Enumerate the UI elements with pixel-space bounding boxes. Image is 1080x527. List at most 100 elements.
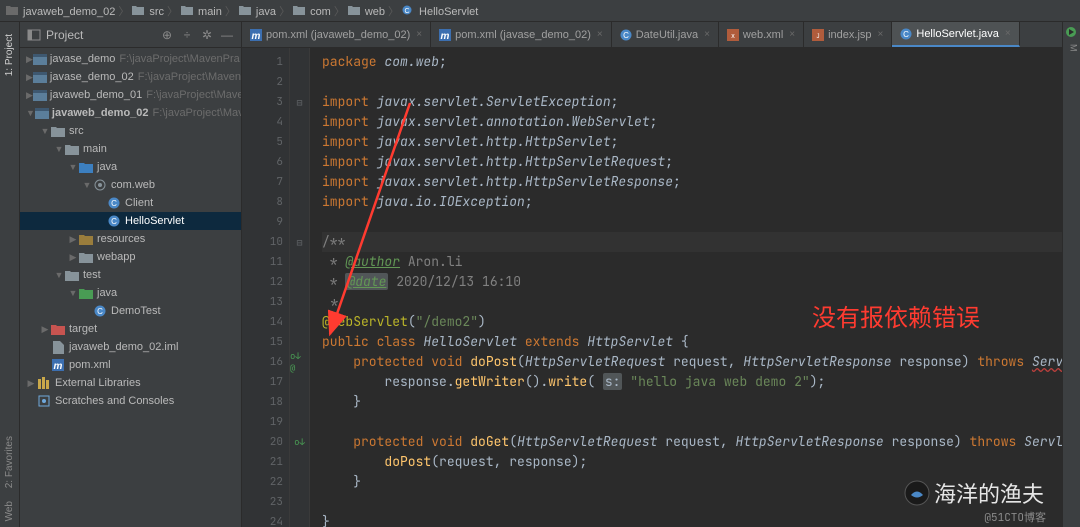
gear-icon[interactable]: ✲ [199,27,215,43]
tree-node[interactable]: ▼test [20,266,241,284]
code-content[interactable]: package com.web; import javax.servlet.Se… [310,48,1062,527]
code-line[interactable]: * @author Aron.li [322,252,1062,272]
expand-arrow[interactable]: ▼ [54,144,64,154]
close-icon[interactable]: × [789,29,795,40]
editor-tab[interactable]: CDateUtil.java× [612,22,719,47]
tree-node[interactable]: ▶resources [20,230,241,248]
tree-node[interactable]: ▶javase_demo_02F:\javaProject\Maven [20,68,241,86]
breadcrumb-item[interactable]: java [239,4,276,18]
project-view-icon[interactable] [26,27,42,43]
tool-window-web[interactable]: Web [4,495,15,527]
svg-text:m: m [441,31,450,41]
collapse-icon[interactable]: ÷ [179,27,195,43]
watermark-logo: 海洋的渔夫 [904,477,1044,509]
tree-node[interactable]: ▼java [20,284,241,302]
breadcrumb-item[interactable]: javaweb_demo_02 [6,4,115,18]
expand-arrow[interactable]: ▼ [40,126,50,136]
expand-arrow[interactable]: ▶ [68,252,78,263]
close-icon[interactable]: × [704,29,710,40]
code-line[interactable] [322,412,1062,432]
breadcrumb-item[interactable]: CHelloServlet [402,4,478,18]
expand-arrow[interactable]: ▼ [68,162,78,172]
line-gutter: 123456789101112131415161718192021222324 [242,48,290,527]
tree-node[interactable]: ▶ webapp [20,248,241,266]
code-line[interactable]: protected void doGet(HttpServletRequest … [322,432,1062,452]
tree-node[interactable]: ▼javaweb_demo_02F:\javaProject\Maver [20,104,241,122]
watermark-text: @51CTO博客 [984,509,1046,525]
code-line[interactable]: response.getWriter().write( s: "hello ja… [322,372,1062,392]
tree-node[interactable]: ▶target [20,320,241,338]
code-line[interactable]: } [322,512,1062,527]
code-line[interactable]: package com.web; [322,52,1062,72]
module-icon [35,107,49,119]
breadcrumb-item[interactable]: web [348,4,385,18]
tree-node-label: Client [125,197,153,209]
tree-node[interactable]: javaweb_demo_02.iml [20,338,241,356]
editor-tab[interactable]: CHelloServlet.java× [892,22,1019,47]
expand-arrow[interactable]: ▼ [26,108,35,118]
expand-arrow[interactable]: ▼ [68,288,78,298]
code-line[interactable]: import javax.servlet.ServletException; [322,92,1062,112]
expand-arrow[interactable]: ▶ [40,324,50,335]
svg-text:C: C [97,307,103,316]
code-line[interactable]: } [322,392,1062,412]
code-line[interactable]: doPost(request, response); [322,452,1062,472]
editor-tab[interactable]: mpom.xml (javase_demo_02)× [431,22,612,47]
tree-node[interactable]: CHelloServlet [20,212,241,230]
tree-node[interactable]: mpom.xml [20,356,241,374]
tree-node-label: webapp [97,251,136,263]
close-icon[interactable]: × [878,29,884,40]
maven-tool-icon[interactable]: M [1065,44,1079,58]
tree-node[interactable]: ▶javaweb_demo_01F:\javaProject\Maver [20,86,241,104]
code-line[interactable]: import javax.servlet.http.HttpServletReq… [322,152,1062,172]
jsp-icon: J [812,29,824,41]
code-line[interactable]: import javax.servlet.http.HttpServlet; [322,132,1062,152]
run-icon[interactable] [1065,26,1079,40]
code-line[interactable] [322,212,1062,232]
editor-tab[interactable]: Jindex.jsp× [804,22,892,47]
breadcrumb-item[interactable]: src [132,4,164,18]
tree-node[interactable]: ▶External Libraries [20,374,241,392]
project-tree[interactable]: ▶javase_demoF:\javaProject\MavenPra▶java… [20,48,241,527]
class-icon: C [620,29,632,41]
editor-tab[interactable]: mpom.xml (javaweb_demo_02)× [242,22,431,47]
breadcrumb-item[interactable]: com [293,4,331,18]
expand-arrow[interactable]: ▶ [68,234,78,245]
tool-window-favorites[interactable]: 2: Favorites [4,430,15,494]
expand-arrow[interactable]: ▼ [54,270,64,280]
breadcrumb-item[interactable]: main [181,4,222,18]
locate-icon[interactable]: ⊕ [159,27,175,43]
expand-arrow[interactable]: ▶ [26,54,33,65]
expand-arrow[interactable]: ▶ [26,90,33,101]
svg-text:x: x [731,33,735,40]
close-icon[interactable]: × [416,29,422,40]
code-line[interactable]: import javax.servlet.annotation.WebServl… [322,112,1062,132]
code-line[interactable]: * @date 2020/12/13 16:10 [322,272,1062,292]
close-icon[interactable]: × [1005,28,1011,39]
expand-arrow[interactable]: ▼ [82,180,92,190]
expand-arrow[interactable]: ▶ [26,72,33,83]
tree-node[interactable]: ▼java [20,158,241,176]
project-panel-title: Project [46,28,155,42]
tool-window-project[interactable]: 1: Project [4,28,15,82]
tree-node[interactable]: ▼com.web [20,176,241,194]
code-line[interactable] [322,72,1062,92]
code-line[interactable]: protected void doPost(HttpServletRequest… [322,352,1062,372]
code-line[interactable]: /** [322,232,1062,252]
code-editor[interactable]: 123456789101112131415161718192021222324 … [242,48,1062,527]
editor-tab[interactable]: xweb.xml× [719,22,804,47]
tree-node[interactable]: ▼src [20,122,241,140]
expand-arrow[interactable]: ▶ [26,378,36,389]
code-line[interactable]: public class HelloServlet extends HttpSe… [322,332,1062,352]
tree-node[interactable]: Scratches and Consoles [20,392,241,410]
module-icon [33,71,47,83]
code-line[interactable]: import javax.servlet.http.HttpServletRes… [322,172,1062,192]
hide-icon[interactable]: — [219,27,235,43]
tree-node[interactable]: CDemoTest [20,302,241,320]
tree-node-label: Scratches and Consoles [55,395,174,407]
tree-node[interactable]: ▼main [20,140,241,158]
tree-node[interactable]: CClient [20,194,241,212]
code-line[interactable]: import java.io.IOException; [322,192,1062,212]
tree-node[interactable]: ▶javase_demoF:\javaProject\MavenPra [20,50,241,68]
close-icon[interactable]: × [597,29,603,40]
